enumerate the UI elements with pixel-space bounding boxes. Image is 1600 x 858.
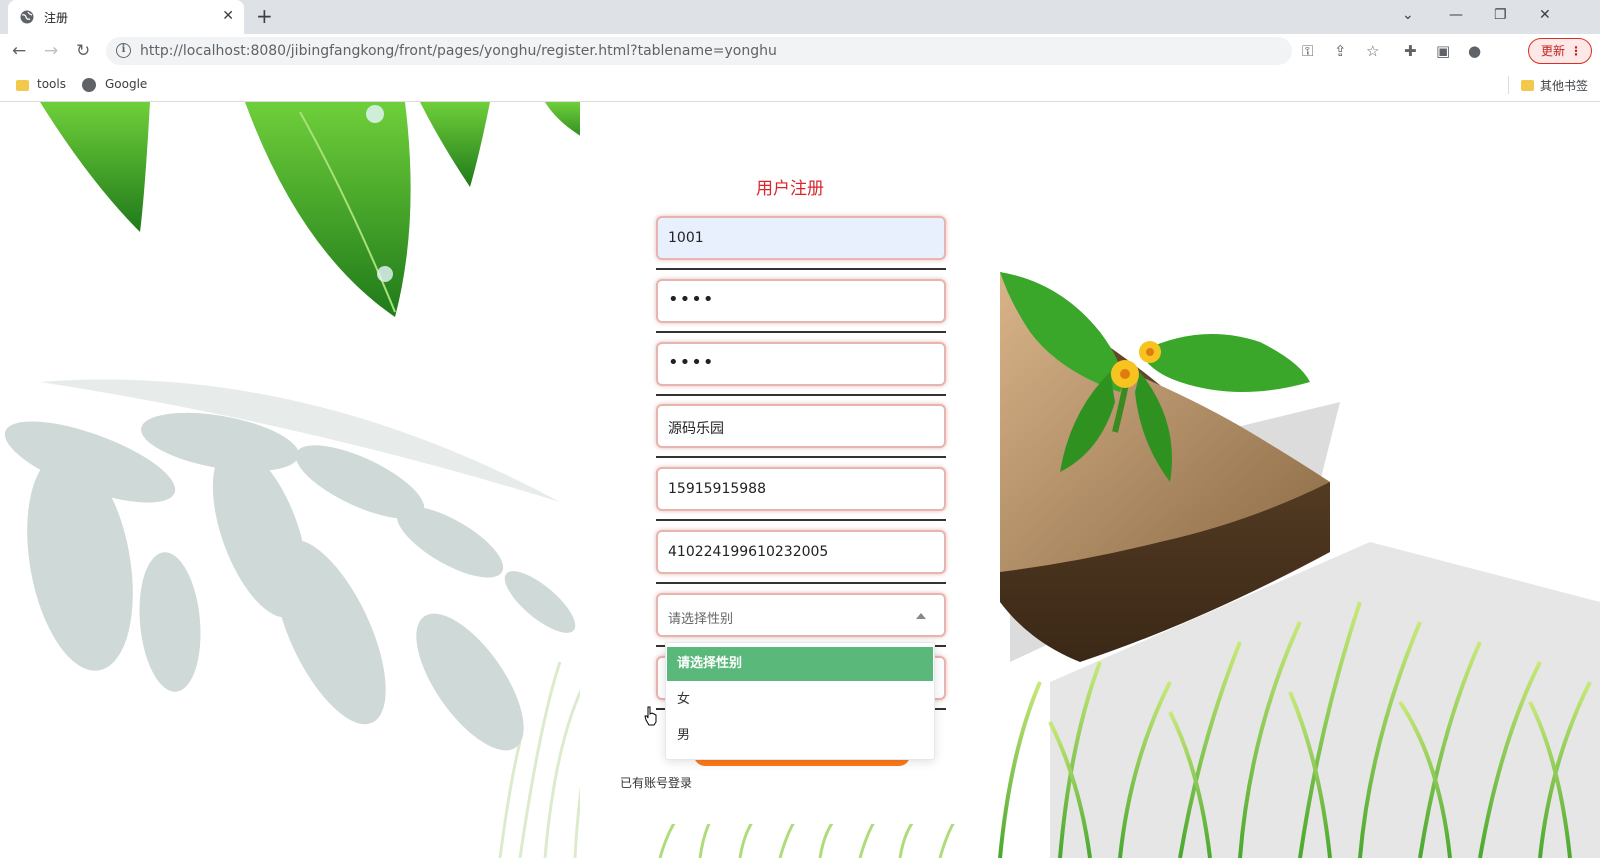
restore-button[interactable]: ❐ [1494, 6, 1507, 24]
register-title: 用户注册 [756, 179, 824, 199]
account-input[interactable]: 1001 [656, 216, 946, 260]
confirm-password-input[interactable]: •••• [656, 342, 946, 386]
new-tab-button[interactable]: + [256, 5, 273, 27]
site-info-icon[interactable]: i [116, 43, 131, 58]
field-underline [656, 394, 946, 396]
reload-button[interactable]: ↻ [76, 41, 90, 61]
folder-icon [1521, 80, 1534, 91]
side-panel-icon[interactable]: ▣ [1436, 42, 1450, 60]
update-label: 更新 [1541, 44, 1566, 58]
share-icon[interactable]: ⇪ [1334, 42, 1347, 60]
folder-icon [16, 80, 29, 91]
browser-tab-strip: 注册 ✕ + ⌄ — ❐ ✕ [0, 0, 1600, 34]
bookmarks-bar: tools Google 其他书签 [0, 68, 1600, 102]
forward-button[interactable]: → [44, 41, 58, 61]
minimize-button[interactable]: — [1449, 6, 1463, 24]
bookmark-tools[interactable]: tools [37, 77, 66, 91]
gender-option-placeholder[interactable]: 请选择性别 [667, 647, 933, 681]
login-link[interactable]: 已有账号登录 [620, 774, 692, 791]
confirm-password-value: •••• [668, 352, 715, 373]
username-input[interactable]: 源码乐园 [656, 404, 946, 448]
extensions-icon[interactable]: ✚ [1404, 42, 1417, 60]
gender-option-female[interactable]: 女 [667, 683, 933, 717]
caret-up-icon [916, 613, 926, 619]
close-window-button[interactable]: ✕ [1539, 6, 1551, 24]
field-underline [656, 519, 946, 521]
phone-input[interactable]: 15915915988 [656, 467, 946, 511]
gender-dropdown: 请选择性别 女 男 [665, 642, 935, 760]
hand-cursor-icon [644, 706, 657, 726]
account-value: 1001 [668, 230, 704, 246]
browser-toolbar: ← → ↻ i http://localhost:8080/jibingfang… [0, 34, 1600, 68]
password-input[interactable]: •••• [656, 279, 946, 323]
gender-select[interactable]: 请选择性别 [656, 593, 946, 637]
close-tab-icon[interactable]: ✕ [222, 8, 234, 24]
address-bar[interactable]: i http://localhost:8080/jibingfangkong/f… [106, 37, 1292, 65]
tab-title: 注册 [44, 11, 69, 25]
field-underline [656, 456, 946, 458]
update-button[interactable]: 更新 ⋮ [1528, 38, 1592, 64]
password-value: •••• [668, 289, 715, 310]
page-viewport: 用户注册 1001 •••• •••• 源码乐园 15915915988 410… [0, 102, 1600, 858]
browser-tab[interactable]: 注册 ✕ [8, 0, 244, 34]
bookmark-separator [1508, 76, 1509, 94]
url-text: http://localhost:8080/jibingfangkong/fro… [140, 43, 777, 59]
field-underline [656, 268, 946, 270]
profile-icon[interactable]: ● [1468, 42, 1481, 60]
back-button[interactable]: ← [12, 41, 26, 61]
globe-icon [20, 10, 34, 24]
gender-select-placeholder: 请选择性别 [668, 612, 734, 627]
id-card-value: 410224199610232005 [668, 544, 829, 560]
globe-icon [82, 78, 96, 92]
menu-dots-icon: ⋮ [1570, 44, 1582, 58]
phone-value: 15915915988 [668, 481, 766, 497]
other-bookmarks[interactable]: 其他书签 [1540, 77, 1588, 94]
id-card-input[interactable]: 410224199610232005 [656, 530, 946, 574]
tab-search-icon[interactable]: ⌄ [1402, 6, 1414, 24]
username-value: 源码乐园 [668, 421, 724, 437]
bookmark-star-icon[interactable]: ☆ [1366, 42, 1379, 60]
bookmark-google[interactable]: Google [105, 77, 147, 91]
key-icon[interactable]: ⚿ [1302, 42, 1313, 60]
field-underline [656, 582, 946, 584]
gender-option-male[interactable]: 男 [667, 719, 933, 753]
field-underline [656, 331, 946, 333]
